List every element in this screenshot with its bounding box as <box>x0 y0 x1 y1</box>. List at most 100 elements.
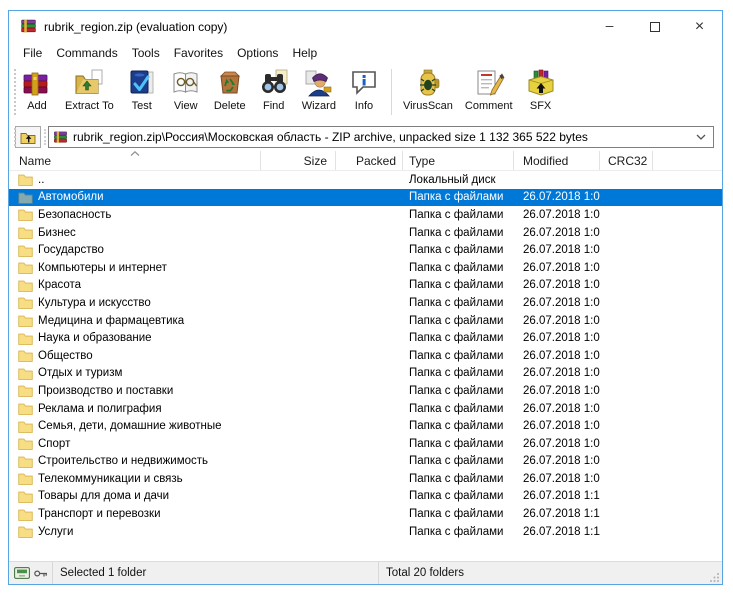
file-row[interactable]: Государство Папка с файлами 26.07.2018 1… <box>9 241 722 259</box>
menu-tools[interactable]: Tools <box>125 44 167 62</box>
file-row[interactable]: Товары для дома и дачи Папка с файлами 2… <box>9 488 722 506</box>
file-name-cell: .. <box>9 173 261 186</box>
column-header-modified[interactable]: Modified <box>514 151 600 170</box>
folder-icon <box>18 226 33 239</box>
file-name-cell: Автомобили <box>9 191 261 204</box>
file-name: Бизнес <box>38 227 76 239</box>
file-row[interactable]: Медицина и фармацевтика Папка с файлами … <box>9 312 722 330</box>
file-type: Локальный диск <box>403 174 514 186</box>
menu-file[interactable]: File <box>16 44 49 62</box>
maximize-button[interactable] <box>632 11 677 42</box>
sfx-button[interactable]: SFX <box>519 65 563 113</box>
toolbar-button-label: SFX <box>530 100 551 112</box>
wizard-button[interactable]: Wizard <box>296 65 342 113</box>
file-row[interactable]: Безопасность Папка с файлами 26.07.2018 … <box>9 206 722 224</box>
file-name: Семья, дети, домашние животные <box>38 420 222 432</box>
file-type: Папка с файлами <box>403 420 514 432</box>
file-modified: 26.07.2018 1:02 <box>514 279 600 291</box>
minimize-button[interactable]: – <box>587 11 632 42</box>
file-row[interactable]: Транспорт и перевозки Папка с файлами 26… <box>9 505 722 523</box>
file-modified: 26.07.2018 1:02 <box>514 297 600 309</box>
toolbar-button-label: Delete <box>214 100 246 112</box>
file-row[interactable]: Семья, дети, домашние животные Папка с ф… <box>9 417 722 435</box>
column-header-name[interactable]: Name <box>9 151 261 170</box>
file-row[interactable]: Спорт Папка с файлами 26.07.2018 1:07 <box>9 435 722 453</box>
column-header-crc32[interactable]: CRC32 <box>600 151 653 170</box>
file-row[interactable]: Компьютеры и интернет Папка с файлами 26… <box>9 259 722 277</box>
file-type: Папка с файлами <box>403 297 514 309</box>
comment-button[interactable]: Comment <box>459 65 519 113</box>
column-header-label: Modified <box>523 154 568 168</box>
archive-path-text: rubrik_region.zip\Россия\Московская обла… <box>73 130 588 144</box>
file-row[interactable]: Автомобили Папка с файлами 26.07.2018 1:… <box>9 189 722 207</box>
file-row[interactable]: Услуги Папка с файлами 26.07.2018 1:11 <box>9 523 722 541</box>
title-bar[interactable]: rubrik_region.zip (evaluation copy) – × <box>9 11 722 42</box>
up-one-level-button[interactable] <box>15 126 41 148</box>
folder-icon <box>18 525 33 538</box>
file-row[interactable]: Строительство и недвижимость Папка с фай… <box>9 453 722 471</box>
caption-controls: – × <box>587 11 722 42</box>
file-row[interactable]: .. Локальный диск <box>9 171 722 189</box>
key-icon[interactable] <box>34 569 48 578</box>
file-modified: 26.07.2018 1:00 <box>514 209 600 221</box>
menu-favorites[interactable]: Favorites <box>167 44 230 62</box>
sort-ascending-icon <box>130 151 140 156</box>
column-header-filler <box>653 151 722 170</box>
find-icon <box>258 67 290 99</box>
toolbar-button-label: Extract To <box>65 100 114 112</box>
file-modified: 26.07.2018 1:02 <box>514 262 600 274</box>
toolbar-button-label: Wizard <box>302 100 336 112</box>
file-modified: 26.07.2018 1:08 <box>514 473 600 485</box>
file-modified: 26.07.2018 1:04 <box>514 332 600 344</box>
file-name: Красота <box>38 279 81 291</box>
file-row[interactable]: Реклама и полиграфия Папка с файлами 26.… <box>9 400 722 418</box>
menu-commands[interactable]: Commands <box>49 44 124 62</box>
file-row[interactable]: Красота Папка с файлами 26.07.2018 1:02 <box>9 277 722 295</box>
file-name-cell: Медицина и фармацевтика <box>9 314 261 327</box>
file-row[interactable]: Наука и образование Папка с файлами 26.0… <box>9 329 722 347</box>
file-modified: 26.07.2018 1:04 <box>514 350 600 362</box>
file-row[interactable]: Производство и поставки Папка с файлами … <box>9 382 722 400</box>
disk-drive-icon[interactable] <box>14 567 30 579</box>
folder-icon <box>18 191 33 204</box>
file-type: Папка с файлами <box>403 526 514 538</box>
file-list-body: .. Локальный диск Автомобили Папка с фай… <box>9 171 722 561</box>
extract-to-button[interactable]: Extract To <box>59 65 120 113</box>
file-name-cell: Государство <box>9 244 261 257</box>
virus-scan-button[interactable]: VirusScan <box>397 65 459 113</box>
column-header-size[interactable]: Size <box>261 151 336 170</box>
file-row[interactable]: Культура и искусство Папка с файлами 26.… <box>9 294 722 312</box>
toolbar: Add Extract To Test <box>9 63 722 123</box>
menu-options[interactable]: Options <box>230 44 285 62</box>
close-button[interactable]: × <box>677 11 722 42</box>
folder-icon <box>18 420 33 433</box>
delete-button[interactable]: Delete <box>208 65 252 113</box>
add-button[interactable]: Add <box>15 65 59 113</box>
file-row[interactable]: Телекоммуникации и связь Папка с файлами… <box>9 470 722 488</box>
delete-icon <box>214 67 246 99</box>
find-button[interactable]: Find <box>252 65 296 113</box>
resize-grip[interactable] <box>710 572 720 582</box>
file-type: Папка с файлами <box>403 244 514 256</box>
archive-path-combobox[interactable]: rubrik_region.zip\Россия\Московская обла… <box>48 126 714 148</box>
winrar-window: rubrik_region.zip (evaluation copy) – × … <box>8 10 723 585</box>
menu-help[interactable]: Help <box>285 44 324 62</box>
chevron-down-icon[interactable] <box>696 134 706 140</box>
file-name: Автомобили <box>38 191 104 203</box>
file-row[interactable]: Общество Папка с файлами 26.07.2018 1:04 <box>9 347 722 365</box>
test-button[interactable]: Test <box>120 65 164 113</box>
file-row[interactable]: Отдых и туризм Папка с файлами 26.07.201… <box>9 365 722 383</box>
toolbar-button-label: Comment <box>465 100 513 112</box>
view-button[interactable]: View <box>164 65 208 113</box>
column-header-packed[interactable]: Packed <box>336 151 403 170</box>
folder-icon <box>18 349 33 362</box>
file-name-cell: Товары для дома и дачи <box>9 490 261 503</box>
winrar-logo-icon <box>20 18 37 35</box>
column-header-label: Packed <box>356 154 396 168</box>
file-name: Транспорт и перевозки <box>38 508 161 520</box>
file-name-cell: Спорт <box>9 437 261 450</box>
info-button[interactable]: Info <box>342 65 386 113</box>
column-header-type[interactable]: Type <box>403 151 514 170</box>
file-name: Медицина и фармацевтика <box>38 315 184 327</box>
file-row[interactable]: Бизнес Папка с файлами 26.07.2018 1:01 <box>9 224 722 242</box>
